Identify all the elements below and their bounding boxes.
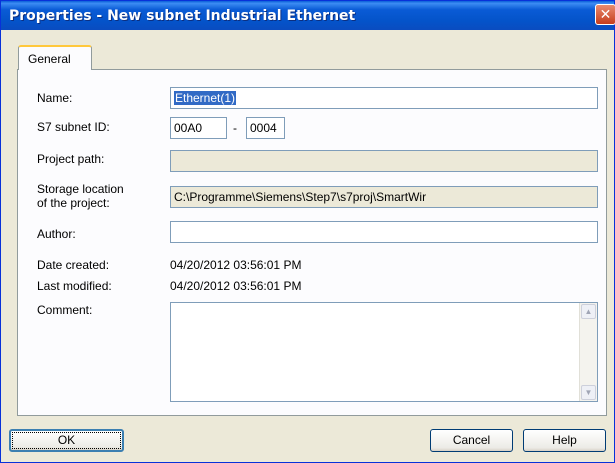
subnet-id-part2-value: 0004: [250, 121, 277, 135]
author-label: Author:: [37, 227, 76, 241]
author-input[interactable]: [170, 221, 598, 243]
name-input[interactable]: Ethernet(1): [170, 87, 598, 109]
project-path-field: [170, 150, 598, 172]
s7-subnet-id-label: S7 subnet ID:: [37, 120, 110, 134]
window-title: Properties - New subnet Industrial Ether…: [9, 8, 356, 24]
cancel-button[interactable]: Cancel: [430, 429, 513, 452]
storage-location-label-line1: Storage location: [37, 182, 124, 196]
storage-location-label-line2: of the project:: [37, 196, 110, 210]
project-path-label: Project path:: [37, 152, 105, 166]
subnet-id-part1-value: 00A0: [174, 121, 203, 135]
comment-label: Comment:: [37, 303, 93, 317]
storage-location-label: Storage location of the project:: [37, 182, 124, 210]
up-arrow-icon[interactable]: ▲: [581, 304, 596, 319]
last-modified-label: Last modified:: [37, 279, 112, 293]
subnet-id-separator: -: [233, 121, 237, 135]
name-input-value: Ethernet(1): [174, 91, 237, 105]
name-label: Name:: [37, 91, 73, 105]
help-button[interactable]: Help: [523, 429, 606, 452]
title-bar[interactable]: Properties - New subnet Industrial Ether…: [1, 1, 615, 30]
tab-general-label: General: [28, 52, 71, 66]
comment-scrollbar[interactable]: ▲ ▼: [579, 303, 597, 401]
subnet-id-part1-input[interactable]: 00A0: [170, 117, 227, 139]
tab-general[interactable]: General: [18, 45, 92, 70]
storage-location-field: C:\Programme\Siemens\Step7\s7proj\SmartW…: [170, 186, 598, 208]
date-created-label: Date created:: [37, 258, 110, 272]
properties-dialog: Properties - New subnet Industrial Ether…: [0, 0, 615, 463]
last-modified-value: 04/20/2012 03:56:01 PM: [170, 279, 302, 293]
close-button[interactable]: ✕: [595, 4, 615, 25]
close-icon: ✕: [599, 6, 612, 22]
ok-button[interactable]: OK: [9, 429, 124, 452]
subnet-id-part2-input[interactable]: 0004: [246, 117, 285, 139]
down-arrow-icon[interactable]: ▼: [581, 385, 596, 400]
date-created-value: 04/20/2012 03:56:01 PM: [170, 258, 302, 272]
comment-textarea[interactable]: ▲ ▼: [170, 302, 598, 402]
